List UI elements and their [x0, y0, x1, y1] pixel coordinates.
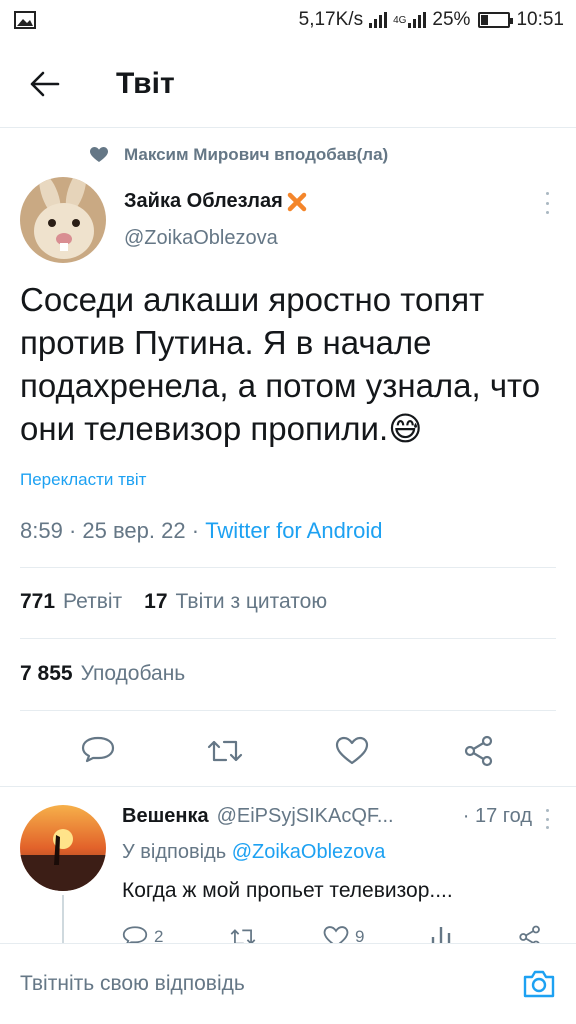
author-handle: @ZoikaOblezova	[124, 227, 278, 249]
quotes-label: Твіти з цитатою	[175, 590, 328, 613]
retweets-label: Ретвіт	[63, 590, 123, 613]
battery-icon	[478, 12, 514, 28]
camera-icon[interactable]	[522, 967, 556, 1001]
thread-line	[62, 895, 64, 943]
divider-3	[20, 710, 556, 711]
divider	[20, 567, 556, 568]
avatar[interactable]	[20, 177, 106, 263]
meta-separator-2: ·	[191, 518, 206, 543]
reply-header: Вешенка @EiPSyjSIKAcQF... · 17 год	[122, 805, 532, 828]
reply-like-count: 9	[355, 927, 365, 943]
more-options-icon[interactable]	[544, 192, 550, 214]
page-title: Твіт	[116, 66, 175, 100]
share-button[interactable]	[459, 731, 499, 771]
reply-reply-count: 2	[154, 927, 164, 943]
tweet-client[interactable]: Twitter for Android	[205, 518, 382, 543]
replying-to-mention[interactable]: @ZoikaOblezova	[232, 841, 386, 863]
sunset-avatar-image	[20, 805, 106, 891]
signal-icon-2	[408, 12, 427, 28]
likes-count: 7 855	[20, 662, 73, 685]
analytics-icon	[432, 927, 451, 943]
divider-2	[20, 638, 556, 639]
back-button[interactable]	[0, 40, 90, 128]
reply-avatar[interactable]	[20, 805, 106, 891]
replying-to: У відповідь @ZoikaOblezova	[122, 841, 385, 864]
heart-outline-icon	[323, 926, 349, 943]
reply-button[interactable]	[78, 731, 118, 771]
reply-input-placeholder[interactable]: Твітніть свою відповідь	[20, 972, 245, 996]
reply-time: · 17 год	[462, 805, 532, 827]
retweets-stat[interactable]: 771 Ретвіт	[20, 590, 122, 614]
retweet-icon	[230, 929, 256, 943]
like-button[interactable]	[332, 731, 372, 771]
image-notification-icon	[14, 11, 36, 29]
reply-like-button[interactable]: 9	[323, 925, 364, 943]
heart-outline-icon	[335, 736, 368, 765]
quotes-count: 17	[144, 590, 168, 613]
reply-stats-button[interactable]	[430, 925, 452, 943]
comment-icon	[81, 736, 114, 763]
tweet-text: Соседи алкаши яростно топят против Путин…	[20, 278, 560, 450]
comment-icon	[122, 926, 148, 943]
network-speed: 5,17K/s	[298, 9, 364, 30]
status-bar: 5,17K/s 4G 25% 10:51	[0, 0, 576, 40]
reply-composer[interactable]: Твітніть свою відповідь	[0, 943, 576, 1024]
replying-to-prefix: У відповідь	[122, 841, 227, 863]
reply-text: Когда ж мой пропьет телевизор....	[122, 879, 453, 902]
reply-tweet[interactable]: Вешенка @EiPSyjSIKAcQF... · 17 год У від…	[0, 787, 576, 943]
clock: 10:51	[516, 9, 564, 30]
tweet-actions	[0, 718, 576, 784]
retweet-stats: 771 Ретвіт 17 Твіти з цитатою	[20, 590, 327, 614]
signal-icon	[369, 12, 388, 28]
translate-link[interactable]: Перекласти твіт	[20, 470, 146, 490]
retweet-icon	[207, 740, 242, 762]
tweet-author[interactable]: Зайка Облезлая @ZoikaOblezova	[124, 190, 307, 250]
network-type: 4G	[393, 14, 407, 26]
reply-more-options-icon[interactable]	[544, 809, 550, 829]
liked-by-label: Максим Мирович вподобав(ла)	[124, 145, 389, 164]
likes-stat[interactable]: 7 855 Уподобань	[20, 662, 185, 686]
reply-actions: 2 9	[122, 925, 542, 943]
reply-author-handle: @EiPSyjSIKAcQF...	[216, 805, 394, 827]
author-name-row: Зайка Облезлая	[124, 190, 307, 213]
reply-author-name: Вешенка	[122, 805, 209, 827]
social-context: Максим Мирович вподобав(ла)	[90, 145, 388, 165]
retweet-button[interactable]	[205, 731, 245, 771]
share-icon	[464, 735, 492, 767]
tweet-metadata: 8:59 · 25 вер. 22 · Twitter for Android	[20, 518, 383, 544]
reply-reply-button[interactable]: 2	[122, 925, 163, 943]
quotes-stat[interactable]: 17 Твіти з цитатою	[144, 590, 327, 614]
tweet-date: 25 вер. 22	[82, 518, 186, 543]
rabbit-avatar-image	[20, 177, 106, 263]
share-icon	[519, 925, 540, 943]
reply-retweet-button[interactable]	[229, 925, 257, 943]
tweet-body: Соседи алкаши яростно топят против Путин…	[20, 281, 541, 447]
battery-percent: 25%	[432, 9, 471, 30]
app-header: Твіт	[0, 40, 576, 128]
heart-icon	[90, 147, 108, 162]
tweet-time: 8:59	[20, 518, 63, 543]
meta-separator: ·	[68, 518, 83, 543]
arrow-left-icon	[30, 71, 60, 96]
retweets-count: 771	[20, 590, 56, 613]
sweat-smile-emoji: 😅	[388, 410, 423, 447]
reply-share-button[interactable]	[518, 925, 542, 943]
cross-mark-icon	[287, 192, 307, 211]
likes-label: Уподобань	[80, 662, 186, 685]
author-name: Зайка Облезлая	[124, 190, 283, 212]
